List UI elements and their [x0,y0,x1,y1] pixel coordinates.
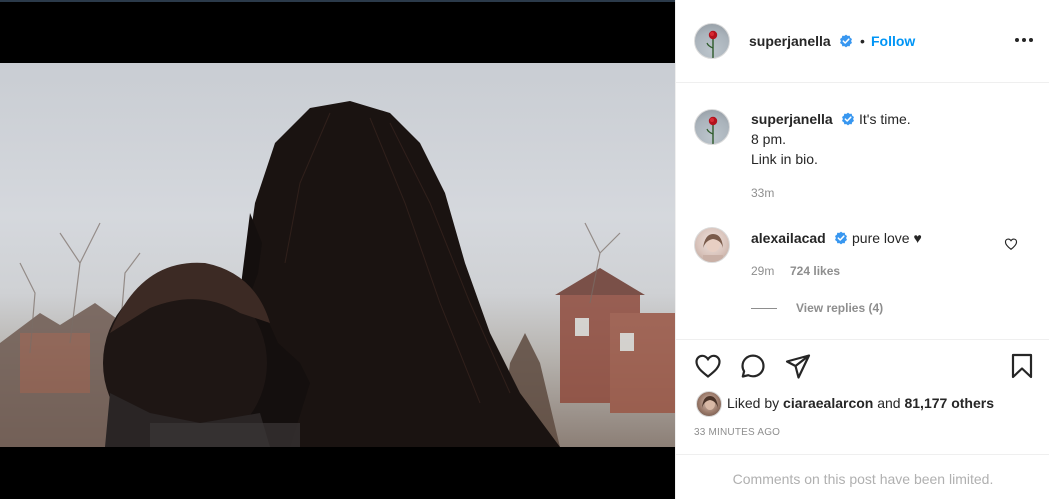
media-top-border [0,0,675,2]
share-icon[interactable] [784,352,812,380]
liked-by-count[interactable]: 81,177 others [904,395,994,411]
comments-limited-notice: Comments on this post have been limited. [732,471,994,487]
liker-avatar[interactable] [696,391,722,417]
verified-badge-icon [842,112,854,126]
follow-button[interactable]: Follow [871,33,915,49]
rose-icon [706,30,718,58]
caption-line-3: Link in bio. [751,151,818,167]
post-timestamp[interactable]: 33 MINUTES AGO [694,427,780,438]
follow-separator: • [860,33,865,49]
view-replies-button[interactable]: View replies (4) [796,301,883,315]
comment-time[interactable]: 29m [751,264,774,278]
comment-icon[interactable] [739,352,767,380]
replies-divider [751,308,777,309]
heart-icon[interactable] [694,352,722,380]
liked-by-summary: Liked by ciaraealarcon and 81,177 others [727,395,994,411]
commenter-username[interactable]: alexailacad [751,230,826,246]
comments-limited-bar: Comments on this post have been limited. [676,454,1049,499]
caption-line-2: 8 pm. [751,131,787,147]
verified-badge-icon [835,231,847,245]
commenter-avatar[interactable] [694,227,730,263]
comment-text: pure love ♥ [852,230,922,246]
caption-time[interactable]: 33m [751,186,774,200]
comment-likes[interactable]: 724 likes [790,264,840,278]
liked-by-user[interactable]: ciaraealarcon [783,395,873,411]
liked-by-prefix: Liked by [727,395,780,411]
post-media[interactable] [0,0,675,499]
caption-author-avatar[interactable] [694,109,730,145]
profile-photo-icon [702,396,718,410]
liked-by-conjunction: and [877,395,901,411]
author-avatar[interactable] [694,23,730,59]
verified-badge-icon [840,34,852,48]
profile-photo-icon [703,234,723,262]
actions-divider [676,339,1049,340]
bookmark-icon[interactable] [1008,352,1036,380]
post-header: superjanella • Follow [676,0,1049,83]
caption-line-1: It's time. [859,111,911,127]
author-username[interactable]: superjanella [749,33,831,49]
post-photo[interactable] [0,63,675,447]
caption-username[interactable]: superjanella [751,111,833,127]
more-options-icon[interactable] [1012,30,1036,50]
post-sidebar: superjanella • Follow superjanella It's … [675,0,1049,499]
comment-heart-icon[interactable] [1004,237,1018,251]
rose-icon [706,116,718,144]
